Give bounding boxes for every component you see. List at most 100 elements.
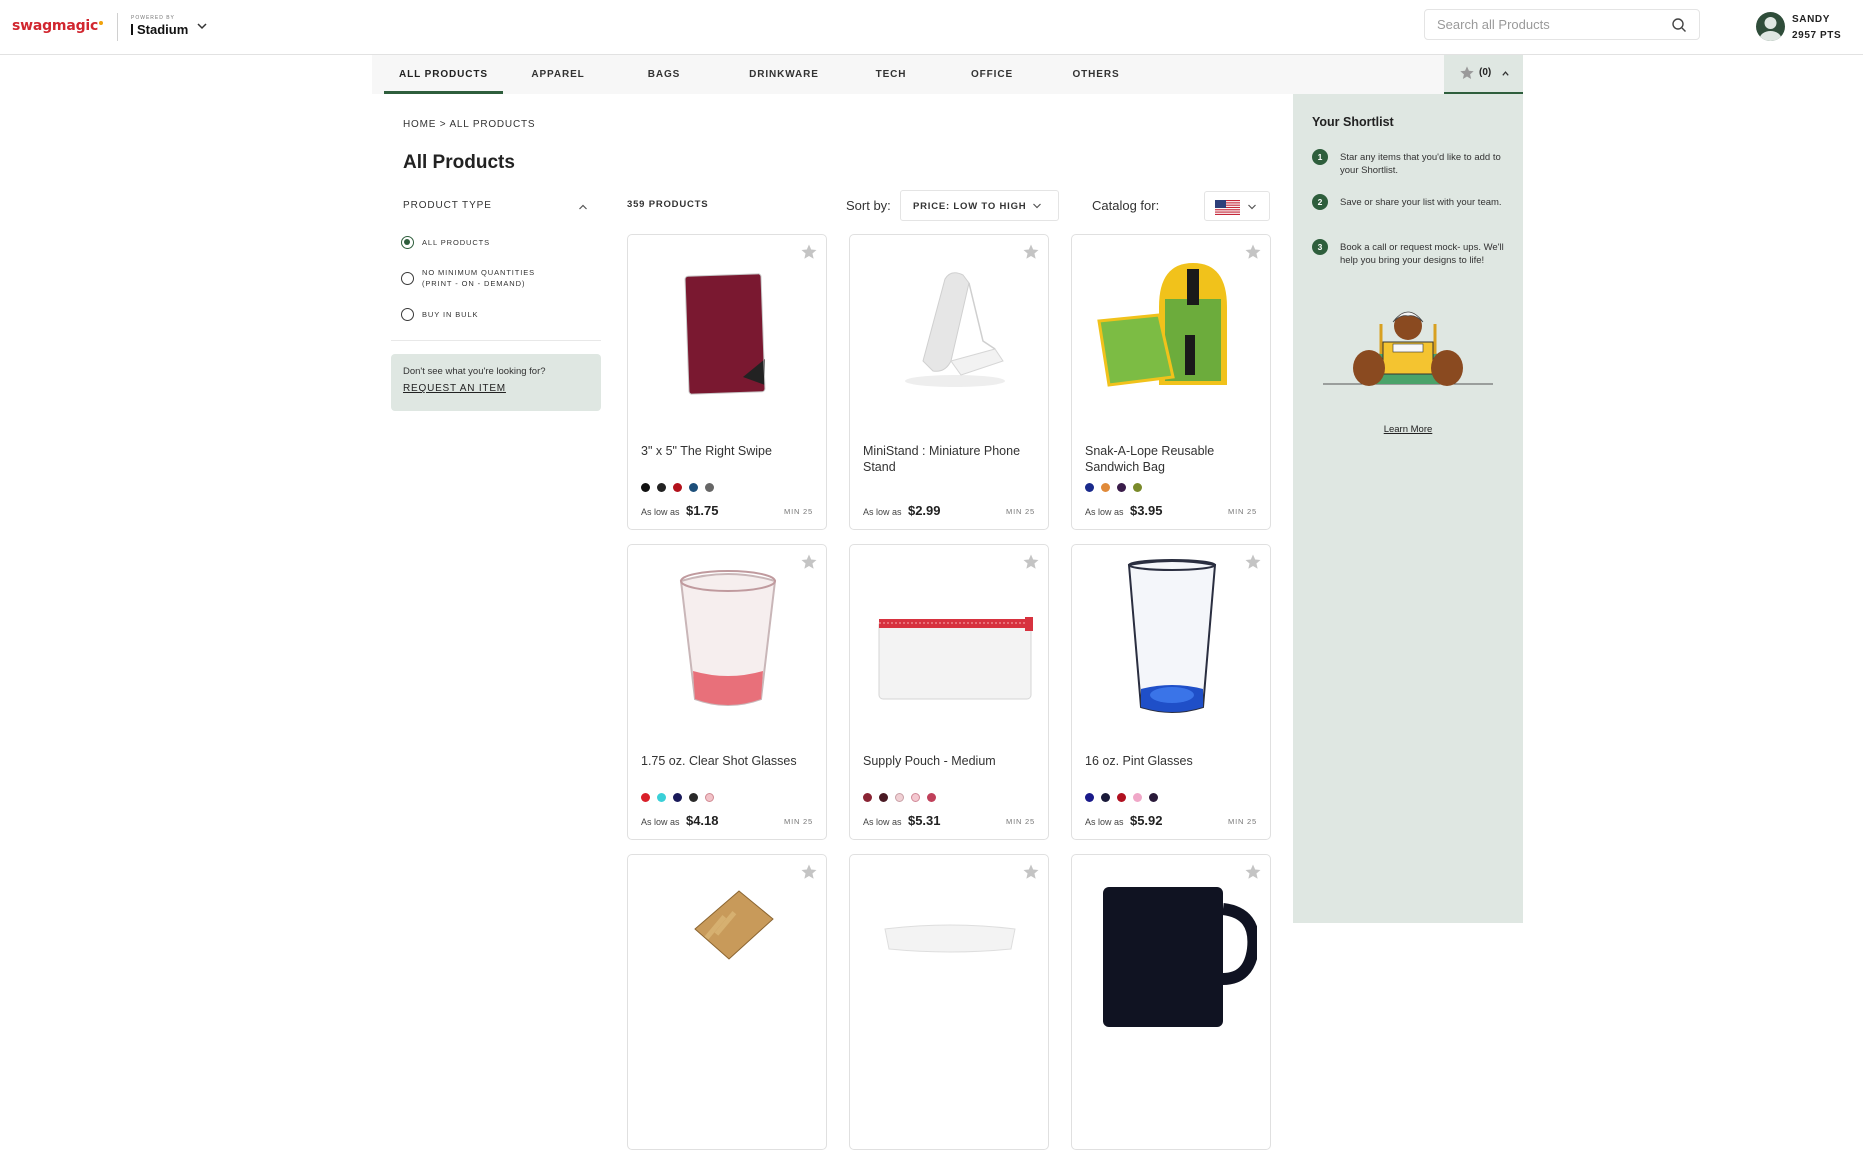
product-card[interactable]: MiniStand : Miniature Phone Stand As low… xyxy=(849,234,1049,530)
price-label: As low as xyxy=(641,817,680,827)
color-swatch[interactable] xyxy=(1101,483,1110,492)
product-card[interactable]: Supply Pouch - Medium As low as $5.31 MI… xyxy=(849,544,1049,840)
filter-option-buy-in-bulk[interactable]: BUY IN BULK xyxy=(401,308,478,321)
filter-option-label: BUY IN BULK xyxy=(422,310,479,319)
color-swatch[interactable] xyxy=(657,483,666,492)
color-swatch[interactable] xyxy=(1101,793,1110,802)
tab-others[interactable]: OTHERS xyxy=(1072,55,1120,94)
chevron-down-icon xyxy=(1248,204,1256,210)
product-name[interactable]: 16 oz. Pint Glasses xyxy=(1085,753,1265,769)
product-card[interactable]: Snak-A-Lope Reusable Sandwich Bag As low… xyxy=(1071,234,1271,530)
stadium-logo[interactable]: Stadium xyxy=(131,22,188,37)
product-card[interactable] xyxy=(849,854,1049,1150)
price-label: As low as xyxy=(863,507,902,517)
color-swatch[interactable] xyxy=(1085,483,1094,492)
tab-apparel[interactable]: APPAREL xyxy=(530,55,586,94)
sort-value: PRICE: LOW TO HIGH xyxy=(913,201,1027,212)
price-row: As low as $1.75 xyxy=(641,502,719,520)
filter-option-all-products[interactable]: ALL PRODUCTS xyxy=(401,236,490,249)
color-swatch[interactable] xyxy=(1133,793,1142,802)
radio-button[interactable] xyxy=(401,271,414,285)
search-box xyxy=(1424,9,1700,40)
product-card[interactable] xyxy=(1071,854,1271,1150)
color-swatch[interactable] xyxy=(641,483,650,492)
color-swatch[interactable] xyxy=(1085,793,1094,802)
chevron-down-icon xyxy=(1033,203,1041,209)
top-header: swagmagic POWERED BY Stadium SANDY 2957 … xyxy=(0,0,1863,55)
catalog-country-dropdown[interactable] xyxy=(1204,191,1270,221)
step-number: 3 xyxy=(1312,239,1328,255)
divider xyxy=(391,340,601,341)
color-swatches xyxy=(1085,793,1165,802)
product-card[interactable]: 1.75 oz. Clear Shot Glasses As low as $4… xyxy=(627,544,827,840)
swagmagic-logo[interactable]: swagmagic xyxy=(12,18,104,34)
product-name[interactable]: 1.75 oz. Clear Shot Glasses xyxy=(641,753,821,769)
min-quantity: MIN 25 xyxy=(784,817,813,826)
sort-dropdown[interactable]: PRICE: LOW TO HIGH xyxy=(900,190,1059,221)
product-name[interactable]: MiniStand : Miniature Phone Stand xyxy=(863,443,1043,475)
search-icon[interactable] xyxy=(1671,17,1687,33)
color-swatch[interactable] xyxy=(927,793,936,802)
user-name[interactable]: SANDY xyxy=(1792,14,1830,25)
color-swatch[interactable] xyxy=(879,793,888,802)
color-swatch[interactable] xyxy=(895,793,904,802)
logo-divider xyxy=(117,13,118,41)
product-name[interactable]: 3" x 5" The Right Swipe xyxy=(641,443,821,459)
price-label: As low as xyxy=(1085,817,1124,827)
powered-by-label: POWERED BY xyxy=(131,15,175,21)
tab-all-products[interactable]: ALL PRODUCTS xyxy=(384,55,503,94)
product-card[interactable]: 3" x 5" The Right Swipe As low as $1.75 … xyxy=(627,234,827,530)
product-name[interactable]: Supply Pouch - Medium xyxy=(863,753,1043,769)
shortlist-panel: Your Shortlist 1 Star any items that you… xyxy=(1293,94,1523,923)
product-name[interactable]: Snak-A-Lope Reusable Sandwich Bag xyxy=(1085,443,1265,475)
step-text: Save or share your list with your team. xyxy=(1340,197,1502,208)
tab-drinkware[interactable]: DRINKWARE xyxy=(749,55,819,94)
breadcrumb[interactable]: HOME > ALL PRODUCTS xyxy=(403,119,535,130)
color-swatch[interactable] xyxy=(1133,483,1142,492)
price: $5.92 xyxy=(1129,813,1163,828)
min-quantity: MIN 25 xyxy=(1006,817,1035,826)
product-card[interactable] xyxy=(627,854,827,1150)
step-text: Star any items that you'd like to add to… xyxy=(1340,152,1501,176)
step-text: Book a call or request mock- ups. We'll … xyxy=(1340,242,1504,266)
color-swatch[interactable] xyxy=(705,793,714,802)
chevron-up-icon[interactable] xyxy=(578,203,588,211)
color-swatch[interactable] xyxy=(641,793,650,802)
request-prompt: Don't see what you're looking for? xyxy=(403,366,546,377)
color-swatch[interactable] xyxy=(673,483,682,492)
color-swatch[interactable] xyxy=(1117,793,1126,802)
product-image xyxy=(1097,263,1227,387)
color-swatch[interactable] xyxy=(1149,793,1158,802)
color-swatch[interactable] xyxy=(673,793,682,802)
search-input[interactable] xyxy=(1425,10,1665,39)
filter-option-no-minimum[interactable]: NO MINIMUM QUANTITIES (PRINT - ON - DEMAN… xyxy=(401,267,535,289)
avatar[interactable] xyxy=(1756,12,1785,41)
shortlist-toggle[interactable]: (0) xyxy=(1444,55,1523,94)
color-swatch[interactable] xyxy=(689,793,698,802)
filter-heading[interactable]: PRODUCT TYPE xyxy=(403,200,492,211)
category-nav: ALL PRODUCTS APPAREL BAGS DRINKWARE TECH… xyxy=(372,55,1523,94)
radio-button[interactable] xyxy=(401,308,414,321)
color-swatch[interactable] xyxy=(863,793,872,802)
chevron-up-icon xyxy=(1502,71,1509,76)
color-swatch[interactable] xyxy=(705,483,714,492)
chevron-down-icon[interactable] xyxy=(196,20,208,32)
price-row: As low as $2.99 xyxy=(863,502,941,520)
product-image xyxy=(1103,887,1257,1027)
price: $1.75 xyxy=(685,503,719,518)
filter-option-label: ALL PRODUCTS xyxy=(422,238,491,247)
learn-more-link[interactable]: Learn More xyxy=(1293,424,1523,435)
product-image xyxy=(905,272,1005,387)
shortlist-illustration xyxy=(1323,311,1493,386)
product-card[interactable]: 16 oz. Pint Glasses As low as $5.92 MIN … xyxy=(1071,544,1271,840)
tab-bags[interactable]: BAGS xyxy=(644,55,684,94)
color-swatch[interactable] xyxy=(657,793,666,802)
tab-tech[interactable]: TECH xyxy=(873,55,909,94)
color-swatch[interactable] xyxy=(1117,483,1126,492)
color-swatch[interactable] xyxy=(689,483,698,492)
color-swatch[interactable] xyxy=(911,793,920,802)
tab-office[interactable]: OFFICE xyxy=(969,55,1015,94)
request-item-link[interactable]: REQUEST AN ITEM xyxy=(403,383,506,394)
filter-option-label: NO MINIMUM QUANTITIES (PRINT - ON - DEMAN… xyxy=(422,268,536,288)
radio-button[interactable] xyxy=(401,236,414,249)
